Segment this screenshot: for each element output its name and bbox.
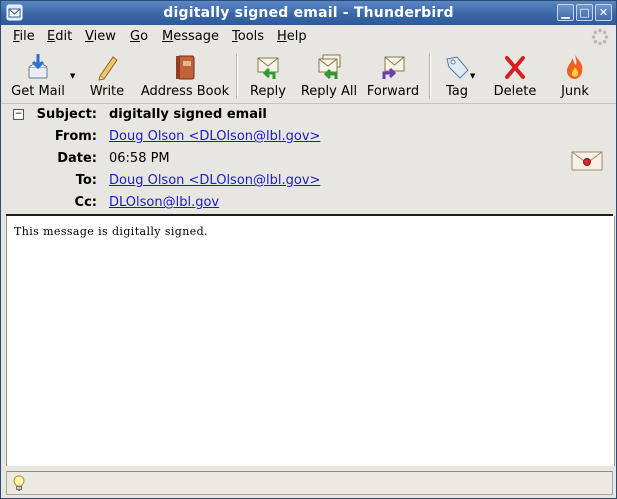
address-book-icon [176, 55, 195, 80]
forward-icon [382, 56, 405, 79]
maximize-icon: □ [579, 6, 590, 19]
address-book-button[interactable]: Address Book [139, 51, 231, 101]
reply-icon [257, 57, 279, 79]
address-book-label: Address Book [140, 84, 230, 99]
menu-message-label: essage [173, 29, 219, 44]
window-title: digitally signed email - Thunderbird [163, 5, 454, 21]
menu-edit-accel: E [47, 29, 56, 44]
menu-view-accel: V [85, 29, 94, 44]
reply-all-label: Reply All [300, 84, 358, 99]
maximize-button[interactable]: □ [576, 4, 593, 21]
menu-tools-label: ools [237, 29, 265, 44]
main-toolbar: Get Mail ▼ Write Address Book Reply Repl… [1, 49, 616, 104]
get-mail-label: Get Mail [11, 84, 65, 99]
date-label: Date: [57, 151, 97, 166]
forward-label: Forward [366, 84, 420, 99]
junk-button[interactable]: Junk [557, 51, 593, 101]
activity-throbber-icon [591, 28, 609, 46]
write-label: Write [89, 84, 125, 99]
reply-all-button[interactable]: Reply All [299, 51, 359, 101]
menu-help-accel: H [277, 29, 287, 44]
tag-dropdown-icon[interactable]: ▼ [470, 72, 475, 80]
menu-bar: File Edit View Go Message Tools Help [1, 26, 616, 48]
subject-label: Subject: [36, 107, 97, 122]
to-address-link[interactable]: Doug Olson <DLOlson@lbl.gov> [109, 173, 320, 188]
tag-icon [446, 56, 469, 79]
subject-value: digitally signed email [109, 107, 267, 122]
message-body-text: This message is digitally signed. [14, 225, 208, 238]
menu-message-accel: M [162, 29, 174, 44]
cc-label: Cc: [74, 195, 97, 210]
menu-edit-label: dit [55, 29, 73, 44]
toolbar-separator [429, 53, 431, 99]
menu-help[interactable]: Help [277, 29, 307, 44]
from-label: From: [54, 129, 97, 144]
minimize-icon: ▁ [561, 6, 570, 19]
write-button[interactable]: Write [87, 51, 127, 101]
menu-help-label: elp [286, 29, 307, 44]
forward-button[interactable]: Forward [365, 51, 421, 101]
delete-label: Delete [493, 84, 537, 99]
status-panel [6, 471, 613, 495]
reply-all-icon [318, 54, 341, 80]
menu-go[interactable]: Go [130, 29, 148, 44]
menu-go-label: o [140, 29, 149, 44]
minimize-button[interactable]: ▁ [557, 4, 574, 21]
cc-address-link[interactable]: DLOlson@lbl.gov [109, 195, 219, 210]
write-pencil-icon [98, 56, 118, 81]
get-mail-icon [28, 54, 48, 79]
menu-tools[interactable]: Tools [232, 29, 264, 44]
menu-file[interactable]: File [13, 29, 35, 44]
menu-go-accel: G [130, 29, 141, 44]
delete-icon [505, 56, 525, 79]
from-address-link[interactable]: Doug Olson <DLOlson@lbl.gov> [109, 129, 320, 144]
get-mail-button[interactable]: Get Mail [7, 51, 69, 101]
title-bar[interactable]: digitally signed email - Thunderbird ▁ □… [1, 1, 616, 25]
collapse-minus-icon: − [14, 109, 23, 119]
status-bar [1, 468, 616, 498]
menu-view-label: iew [93, 29, 116, 44]
message-header: − Subject: digitally signed email From: … [1, 104, 616, 214]
reply-button[interactable]: Reply [246, 51, 290, 101]
message-body-pane[interactable]: This message is digitally signed. [6, 216, 615, 466]
to-label: To: [75, 173, 97, 188]
close-button[interactable]: ✕ [595, 4, 612, 21]
junk-label: Junk [561, 84, 589, 99]
menu-edit[interactable]: Edit [47, 29, 72, 44]
reply-label: Reply [249, 84, 286, 99]
thunderbird-window: digitally signed email - Thunderbird ▁ □… [0, 0, 617, 499]
signed-envelope-icon[interactable] [571, 150, 603, 172]
tag-label: Tag [445, 84, 468, 99]
menu-file-label: ile [19, 29, 35, 44]
delete-button[interactable]: Delete [491, 51, 539, 101]
get-mail-dropdown-icon[interactable]: ▼ [70, 72, 75, 80]
menu-message[interactable]: Message [162, 29, 219, 44]
date-value: 06:58 PM [109, 151, 170, 166]
junk-flame-icon [567, 55, 583, 79]
collapse-header-toggle[interactable]: − [13, 109, 24, 120]
toolbar-separator [236, 53, 238, 99]
lightbulb-icon[interactable] [13, 475, 25, 492]
close-icon: ✕ [598, 6, 609, 19]
menu-view[interactable]: View [85, 29, 116, 44]
